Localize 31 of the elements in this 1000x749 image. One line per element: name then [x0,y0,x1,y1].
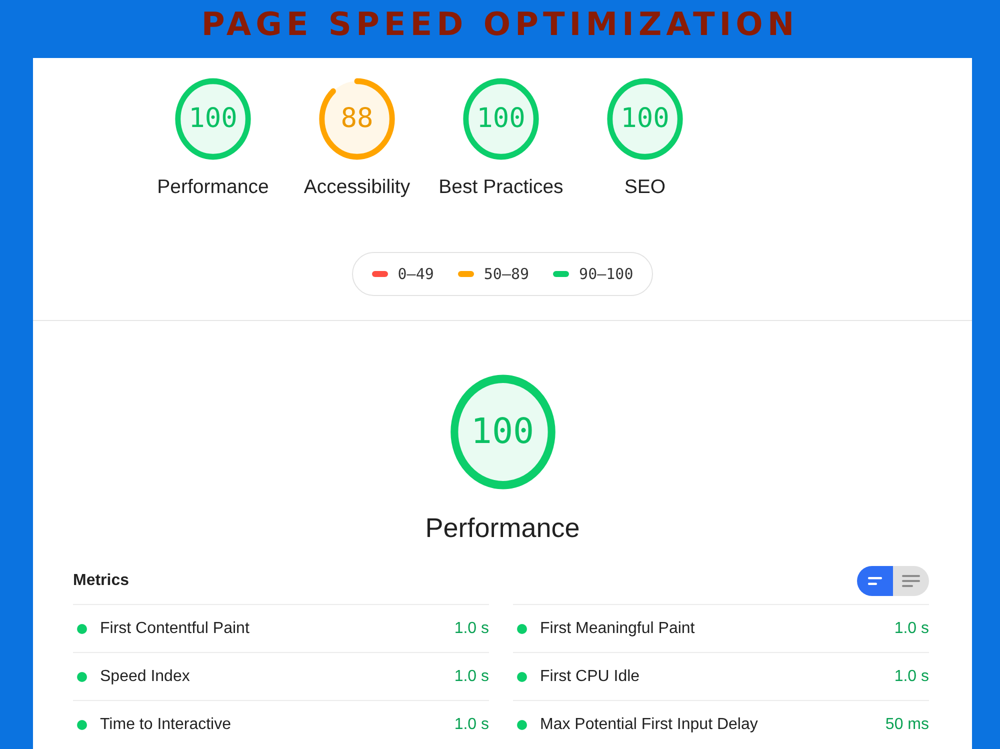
metric-value: 1.0 s [894,668,929,686]
score-value: 100 [470,411,534,453]
score-value: 100 [476,103,526,135]
metric-value: 1.0 s [454,620,489,638]
metric-value: 1.0 s [454,668,489,686]
category-label[interactable]: Performance [157,175,269,199]
score-value: 88 [340,103,374,135]
lines-icon [902,575,920,587]
score-value: 100 [188,103,238,135]
metrics-heading: Metrics [73,572,130,590]
category-label[interactable]: Accessibility [304,175,410,199]
metric-label: First Contentful Paint [100,620,250,638]
legend-label: 50–89 [484,265,530,283]
metric-value: 50 ms [885,716,929,734]
view-toggle-button[interactable] [857,566,893,596]
metric-label: First Meaningful Paint [540,620,695,638]
bars-icon [868,577,882,585]
category-label[interactable]: Best Practices [438,175,564,199]
category-label[interactable]: SEO [624,175,666,199]
view-toggle-button[interactable] [893,566,929,596]
metric-label: First CPU Idle [540,668,640,686]
metric-label: Time to Interactive [100,716,232,734]
metric-value: 1.0 s [454,716,489,734]
score-value: 100 [620,103,670,135]
metric-label: Max Potential First Input Delay [540,716,758,734]
legend-label: 90–100 [579,265,634,283]
metric-label: Speed Index [100,668,190,686]
page-title: PAGE SPEED OPTIMIZATION [201,6,799,42]
legend-label: 0–49 [398,265,434,283]
metric-value: 1.0 s [894,620,929,638]
section-title: Performance [425,512,580,544]
